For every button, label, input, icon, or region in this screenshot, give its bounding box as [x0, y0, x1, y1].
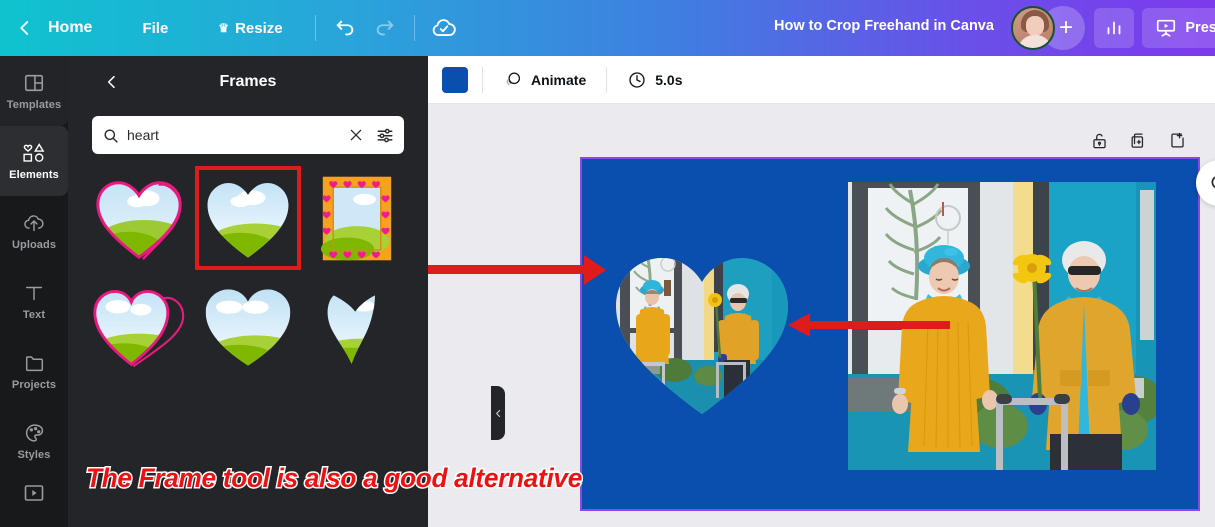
annotation-arrow-1-head	[584, 255, 606, 285]
templates-icon	[24, 74, 44, 91]
cloud-check-icon	[432, 19, 456, 36]
plus-label: +	[1058, 14, 1073, 41]
toolbar-divider-2	[413, 15, 415, 41]
undo-icon	[336, 20, 353, 36]
sidebar-item-uploads[interactable]: Uploads	[0, 196, 68, 266]
undo-button[interactable]	[328, 11, 362, 45]
search-bar[interactable]	[92, 116, 404, 154]
crown-icon: ♛	[218, 21, 230, 35]
frame-result-2[interactable]	[305, 168, 408, 268]
back-button[interactable]	[16, 19, 34, 37]
uploads-icon	[24, 214, 44, 231]
torn-heart-frame-icon	[327, 295, 375, 364]
animate-icon	[506, 72, 521, 85]
stats-icon	[1107, 21, 1121, 35]
panel-header: Frames	[68, 56, 428, 108]
sidebar-item-styles[interactable]: Styles	[0, 406, 68, 476]
annotation-line-1: The Frame tool is also a good alternativ…	[85, 461, 584, 494]
file-label: File	[142, 19, 169, 37]
sidebar-label-elements: Elements	[9, 168, 59, 181]
back-chevron-icon	[20, 21, 29, 35]
annotation-arrow-2-shaft	[810, 321, 950, 329]
solid-heart-frame-icon	[207, 183, 289, 258]
search-icon	[102, 127, 119, 144]
left-rail: Templates Elements Uploads Text Projects…	[0, 56, 68, 527]
clear-search-icon[interactable]	[348, 127, 364, 143]
elements-icon	[23, 142, 45, 162]
heart-framed-photo[interactable]	[612, 242, 792, 417]
sidebar-item-projects[interactable]: Projects	[0, 336, 68, 406]
sidebar-item-videos[interactable]	[0, 476, 68, 516]
editor-toolbar: Animate 5.0s	[428, 56, 1215, 104]
hearts-border-rectangle-frame-icon	[320, 176, 391, 260]
redo-icon	[376, 20, 393, 36]
page-controls	[1090, 131, 1187, 150]
sidebar-label-styles: Styles	[17, 448, 51, 461]
insights-button[interactable]	[1094, 8, 1134, 48]
sidebar-label-projects: Projects	[11, 378, 57, 391]
panel-back-button[interactable]	[100, 70, 124, 94]
sidebar-item-templates[interactable]: Templates	[0, 56, 68, 126]
heart-photo-svg	[616, 258, 788, 414]
file-menu[interactable]: File	[132, 14, 178, 43]
add-page-icon[interactable]	[1168, 131, 1187, 150]
sidebar-item-text[interactable]: Text	[0, 266, 68, 336]
frame-result-3[interactable]	[88, 276, 191, 376]
annotation-arrow-1-shaft	[428, 265, 588, 274]
lock-icon[interactable]	[1090, 131, 1109, 150]
clock-icon	[629, 71, 645, 88]
annotation-arrow-2-head	[788, 313, 810, 337]
editor-divider-1	[482, 66, 483, 93]
page-color-swatch[interactable]	[442, 66, 468, 93]
duplicate-page-icon[interactable]	[1129, 131, 1148, 150]
toolbar-divider-1	[314, 15, 316, 41]
double-outline-heart-frame-icon	[96, 181, 182, 261]
top-bar: Home File ♛ Resize How to Crop Freehand …	[0, 0, 1215, 56]
present-label: Present	[1185, 20, 1215, 36]
home-label: Home	[48, 19, 93, 36]
frame-result-0[interactable]	[88, 168, 191, 268]
frame-result-1-selected[interactable]	[194, 166, 302, 270]
sidebar-label-text: Text	[22, 308, 46, 321]
videos-icon	[24, 485, 44, 501]
annotation-text: The Frame tool is also a good alternativ…	[85, 396, 698, 527]
frame-result-4[interactable]	[197, 276, 300, 376]
resize-label: Resize	[235, 19, 283, 37]
animate-button[interactable]: Animate	[497, 65, 592, 95]
frame-result-5[interactable]	[305, 276, 408, 376]
account-group: +	[1011, 6, 1085, 50]
duration-button[interactable]: 5.0s	[621, 65, 688, 95]
two-overlapping-hearts-frame-icon	[93, 289, 185, 368]
design-title[interactable]: How to Crop Freehand in Canva	[774, 18, 994, 34]
filter-icon[interactable]	[376, 126, 394, 144]
text-icon	[25, 286, 43, 300]
avatar[interactable]	[1011, 6, 1055, 50]
duration-label: 5.0s	[655, 71, 683, 88]
search-input[interactable]	[127, 127, 340, 143]
projects-icon	[25, 355, 43, 371]
cloud-saved-button[interactable]	[427, 11, 461, 45]
sidebar-label-templates: Templates	[6, 98, 62, 111]
sidebar-label-uploads: Uploads	[11, 238, 57, 251]
rounded-heart-frame-icon	[205, 289, 291, 366]
redo-button[interactable]	[368, 11, 402, 45]
resize-button[interactable]: ♛ Resize	[208, 14, 292, 43]
panel-back-chevron-icon	[107, 75, 115, 89]
editor-divider-2	[606, 66, 608, 93]
present-icon	[1157, 19, 1176, 37]
frames-results-grid	[88, 166, 408, 376]
home-button[interactable]: Home	[38, 13, 102, 43]
styles-icon	[25, 423, 43, 442]
animate-label: Animate	[531, 71, 587, 88]
zoom-icon	[1211, 176, 1215, 189]
present-button[interactable]: Present	[1142, 8, 1215, 48]
sidebar-item-elements[interactable]: Elements	[0, 126, 68, 196]
